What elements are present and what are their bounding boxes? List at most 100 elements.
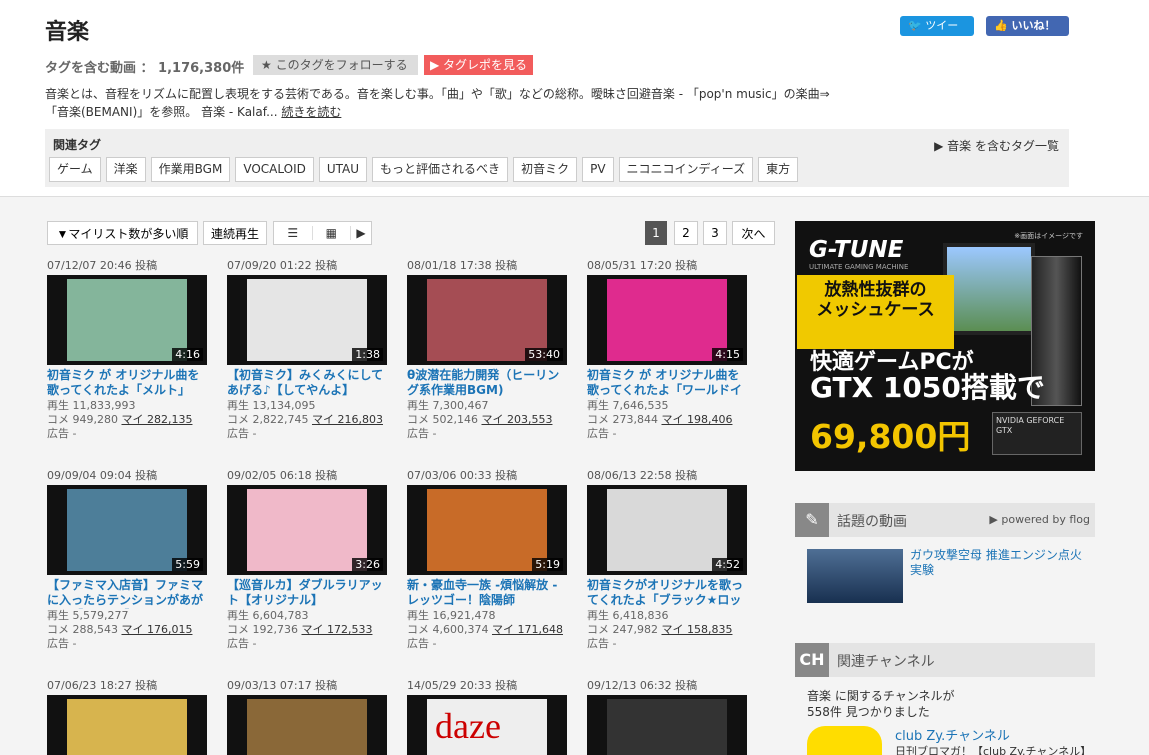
video-title[interactable]: 【ファミマ入店音】ファミマに入ったらテンションがあがった【Remix】 bbox=[47, 578, 208, 609]
related-tag[interactable]: UTAU bbox=[318, 157, 368, 182]
ad-count[interactable]: 広告 - bbox=[407, 427, 568, 441]
ad-count[interactable]: 広告 - bbox=[587, 427, 748, 441]
next-page-button[interactable]: 次へ bbox=[732, 221, 775, 245]
mylist-count[interactable]: マイ 216,803 bbox=[312, 413, 383, 426]
video-thumbnail[interactable] bbox=[227, 695, 387, 755]
related-tag[interactable]: 初音ミク bbox=[513, 157, 578, 182]
video-thumbnail[interactable]: 5:19 bbox=[407, 485, 567, 575]
gtune-advertisement[interactable]: G-TUNE ULTIMATE GAMING MACHINE ※画面はイメージで… bbox=[795, 221, 1095, 471]
sort-dropdown[interactable]: ▼マイリスト数が多い順 bbox=[47, 221, 198, 245]
related-tag[interactable]: 作業用BGM bbox=[150, 157, 231, 182]
video-card[interactable]: 08/05/31 17:20 投稿 4:15 初音ミク が オリジナル曲を歌って… bbox=[587, 259, 748, 441]
video-thumbnail[interactable]: 53:40 bbox=[407, 275, 567, 365]
thumbnail-image bbox=[607, 699, 727, 755]
video-card[interactable]: 08/06/13 22:58 投稿 4:52 初音ミクがオリジナルを歌ってくれた… bbox=[587, 469, 748, 651]
video-title[interactable]: 初音ミクがオリジナルを歌ってくれたよ「ブラック★ロックシューター」 bbox=[587, 578, 748, 609]
page-3-button[interactable]: 3 bbox=[703, 221, 727, 245]
pen-icon: ✎ bbox=[795, 503, 829, 537]
video-card[interactable]: 09/03/13 07:17 投稿 bbox=[227, 679, 388, 755]
ad-count[interactable]: 広告 - bbox=[587, 637, 748, 651]
twitter-icon: 🐦 bbox=[908, 19, 926, 32]
video-card[interactable]: 07/09/20 01:22 投稿 1:38 【初音ミク】みくみくにしてあげる♪… bbox=[227, 259, 388, 441]
mylist-count[interactable]: マイ 171,648 bbox=[492, 623, 563, 636]
video-card[interactable]: 08/01/18 17:38 投稿 53:40 θ波潜在能力開発（ヒーリング系作… bbox=[407, 259, 568, 441]
channel-link[interactable]: club Zy.チャンネル bbox=[895, 725, 1010, 744]
powered-by-flog[interactable]: ▶ powered by flog bbox=[989, 513, 1090, 526]
video-title[interactable]: 【初音ミク】みくみくにしてあげる♪【してやんよ】 bbox=[227, 368, 388, 399]
video-card[interactable]: 09/09/04 09:04 投稿 5:59 【ファミマ入店音】ファミマに入った… bbox=[47, 469, 208, 651]
hot-video-title[interactable]: ガウ攻撃空母 推進エンジン点火実験 bbox=[910, 548, 1090, 578]
video-card[interactable]: 07/06/23 18:27 投稿 bbox=[47, 679, 208, 755]
video-card[interactable]: 07/12/07 20:46 投稿 4:16 初音ミク が オリジナル曲を歌って… bbox=[47, 259, 208, 441]
tag-video-count: タグを含む動画 ： 1,176,380件 bbox=[45, 61, 245, 76]
thumbnail-image bbox=[427, 489, 547, 571]
mylist-count[interactable]: マイ 203,553 bbox=[481, 413, 552, 426]
follow-tag-button[interactable]: ★ このタグをフォローする bbox=[253, 55, 418, 75]
like-button[interactable]: 👍 いいね！7 bbox=[986, 16, 1069, 52]
thumbnail-image bbox=[67, 699, 187, 755]
duration-badge: 5:19 bbox=[532, 558, 563, 571]
related-tag[interactable]: PV bbox=[582, 157, 614, 182]
gpu-badge: NVIDIA GEFORCE GTX bbox=[992, 412, 1082, 455]
post-date: 08/05/31 17:20 投稿 bbox=[587, 259, 698, 272]
video-title[interactable]: 新・豪血寺一族 -煩悩解放 - レッツゴー！陰陽師 bbox=[407, 578, 568, 609]
video-title[interactable]: 初音ミク が オリジナル曲を歌ってくれたよ「ワールドイズマイン」 bbox=[587, 368, 748, 399]
video-title[interactable]: 初音ミク が オリジナル曲を歌ってくれたよ「メルト」 bbox=[47, 368, 208, 399]
ad-count[interactable]: 広告 - bbox=[47, 637, 208, 651]
tag-header: 音楽 🐦 ツイート 👍 いいね！7 タグを含む動画 ： 1,176,380件 ★… bbox=[0, 0, 1149, 197]
video-thumbnail[interactable]: 3:26 bbox=[227, 485, 387, 575]
post-date: 09/12/13 06:32 投稿 bbox=[587, 679, 698, 692]
mylist-count[interactable]: マイ 282,135 bbox=[121, 413, 192, 426]
video-thumbnail[interactable] bbox=[47, 695, 207, 755]
video-card[interactable]: 14/05/29 20:33 投稿 daze bbox=[407, 679, 568, 755]
ad-count[interactable]: 広告 - bbox=[227, 427, 388, 441]
video-title[interactable]: θ波潜在能力開発（ヒーリング系作業用BGM) bbox=[407, 368, 568, 399]
play-count: 再生 11,833,993 bbox=[47, 399, 136, 412]
video-card[interactable]: 09/02/05 06:18 投稿 3:26 【巡音ルカ】ダブルラリアット【オリ… bbox=[227, 469, 388, 651]
video-thumbnail[interactable]: 1:38 bbox=[227, 275, 387, 365]
related-tags-link[interactable]: ▶ 音楽 を含むタグ一覧 bbox=[934, 137, 1059, 154]
related-channels-title: 関連チャンネル bbox=[837, 654, 935, 670]
related-tag[interactable]: ニコニコインディーズ bbox=[618, 157, 754, 182]
video-thumbnail[interactable]: 4:15 bbox=[587, 275, 747, 365]
continuous-play-button[interactable]: 連続再生 bbox=[203, 221, 267, 245]
video-thumbnail[interactable] bbox=[587, 695, 747, 755]
tag-report-button[interactable]: ▶ タグレポを見る bbox=[424, 55, 533, 75]
related-tag[interactable]: 洋楽 bbox=[105, 157, 146, 182]
grid-view-icon[interactable]: ▦ bbox=[313, 226, 351, 240]
play-count: 再生 7,646,535 bbox=[587, 399, 669, 412]
video-thumbnail[interactable]: daze bbox=[407, 695, 567, 755]
read-more-link[interactable]: 続きを読む bbox=[281, 105, 341, 119]
duration-badge: 4:52 bbox=[712, 558, 743, 571]
page-2-button[interactable]: 2 bbox=[674, 221, 698, 245]
video-thumbnail[interactable]: 4:52 bbox=[587, 485, 747, 575]
channel-thumbnail[interactable] bbox=[807, 726, 882, 755]
mylist-count[interactable]: マイ 198,406 bbox=[661, 413, 732, 426]
tweet-button[interactable]: 🐦 ツイート bbox=[900, 16, 974, 52]
video-thumbnail[interactable]: 5:59 bbox=[47, 485, 207, 575]
mylist-count[interactable]: マイ 176,015 bbox=[121, 623, 192, 636]
ad-count[interactable]: 広告 - bbox=[227, 637, 388, 651]
mylist-count[interactable]: マイ 158,835 bbox=[661, 623, 732, 636]
mylist-count[interactable]: マイ 172,533 bbox=[301, 623, 372, 636]
play-arrow-icon[interactable]: ▶ bbox=[351, 226, 371, 240]
post-date: 08/06/13 22:58 投稿 bbox=[587, 469, 698, 482]
related-tag[interactable]: 東方 bbox=[758, 157, 799, 182]
video-title[interactable]: 【巡音ルカ】ダブルラリアット【オリジナル】 bbox=[227, 578, 388, 609]
hot-video-thumbnail[interactable] bbox=[807, 549, 903, 603]
play-count: 再生 7,300,467 bbox=[407, 399, 489, 412]
related-tag[interactable]: もっと評価されるべき bbox=[372, 157, 509, 182]
related-tag[interactable]: ゲーム bbox=[49, 157, 101, 182]
list-view-icon[interactable]: ☰ bbox=[274, 226, 313, 240]
video-card[interactable]: 09/12/13 06:32 投稿 bbox=[587, 679, 748, 755]
ad-count[interactable]: 広告 - bbox=[47, 427, 208, 441]
ad-count[interactable]: 広告 - bbox=[407, 637, 568, 651]
page-1-button[interactable]: 1 bbox=[645, 221, 667, 245]
video-card[interactable]: 07/03/06 00:33 投稿 5:19 新・豪血寺一族 -煩悩解放 - レ… bbox=[407, 469, 568, 651]
related-tag[interactable]: VOCALOID bbox=[235, 157, 314, 182]
video-thumbnail[interactable]: 4:16 bbox=[47, 275, 207, 365]
post-date: 07/06/23 18:27 投稿 bbox=[47, 679, 158, 692]
related-tags-box: 関連タグ ▶ 音楽 を含むタグ一覧 ゲーム 洋楽 作業用BGM VOCALOID… bbox=[45, 129, 1069, 187]
play-count: 再生 6,418,836 bbox=[587, 609, 669, 622]
post-date: 09/09/04 09:04 投稿 bbox=[47, 469, 158, 482]
